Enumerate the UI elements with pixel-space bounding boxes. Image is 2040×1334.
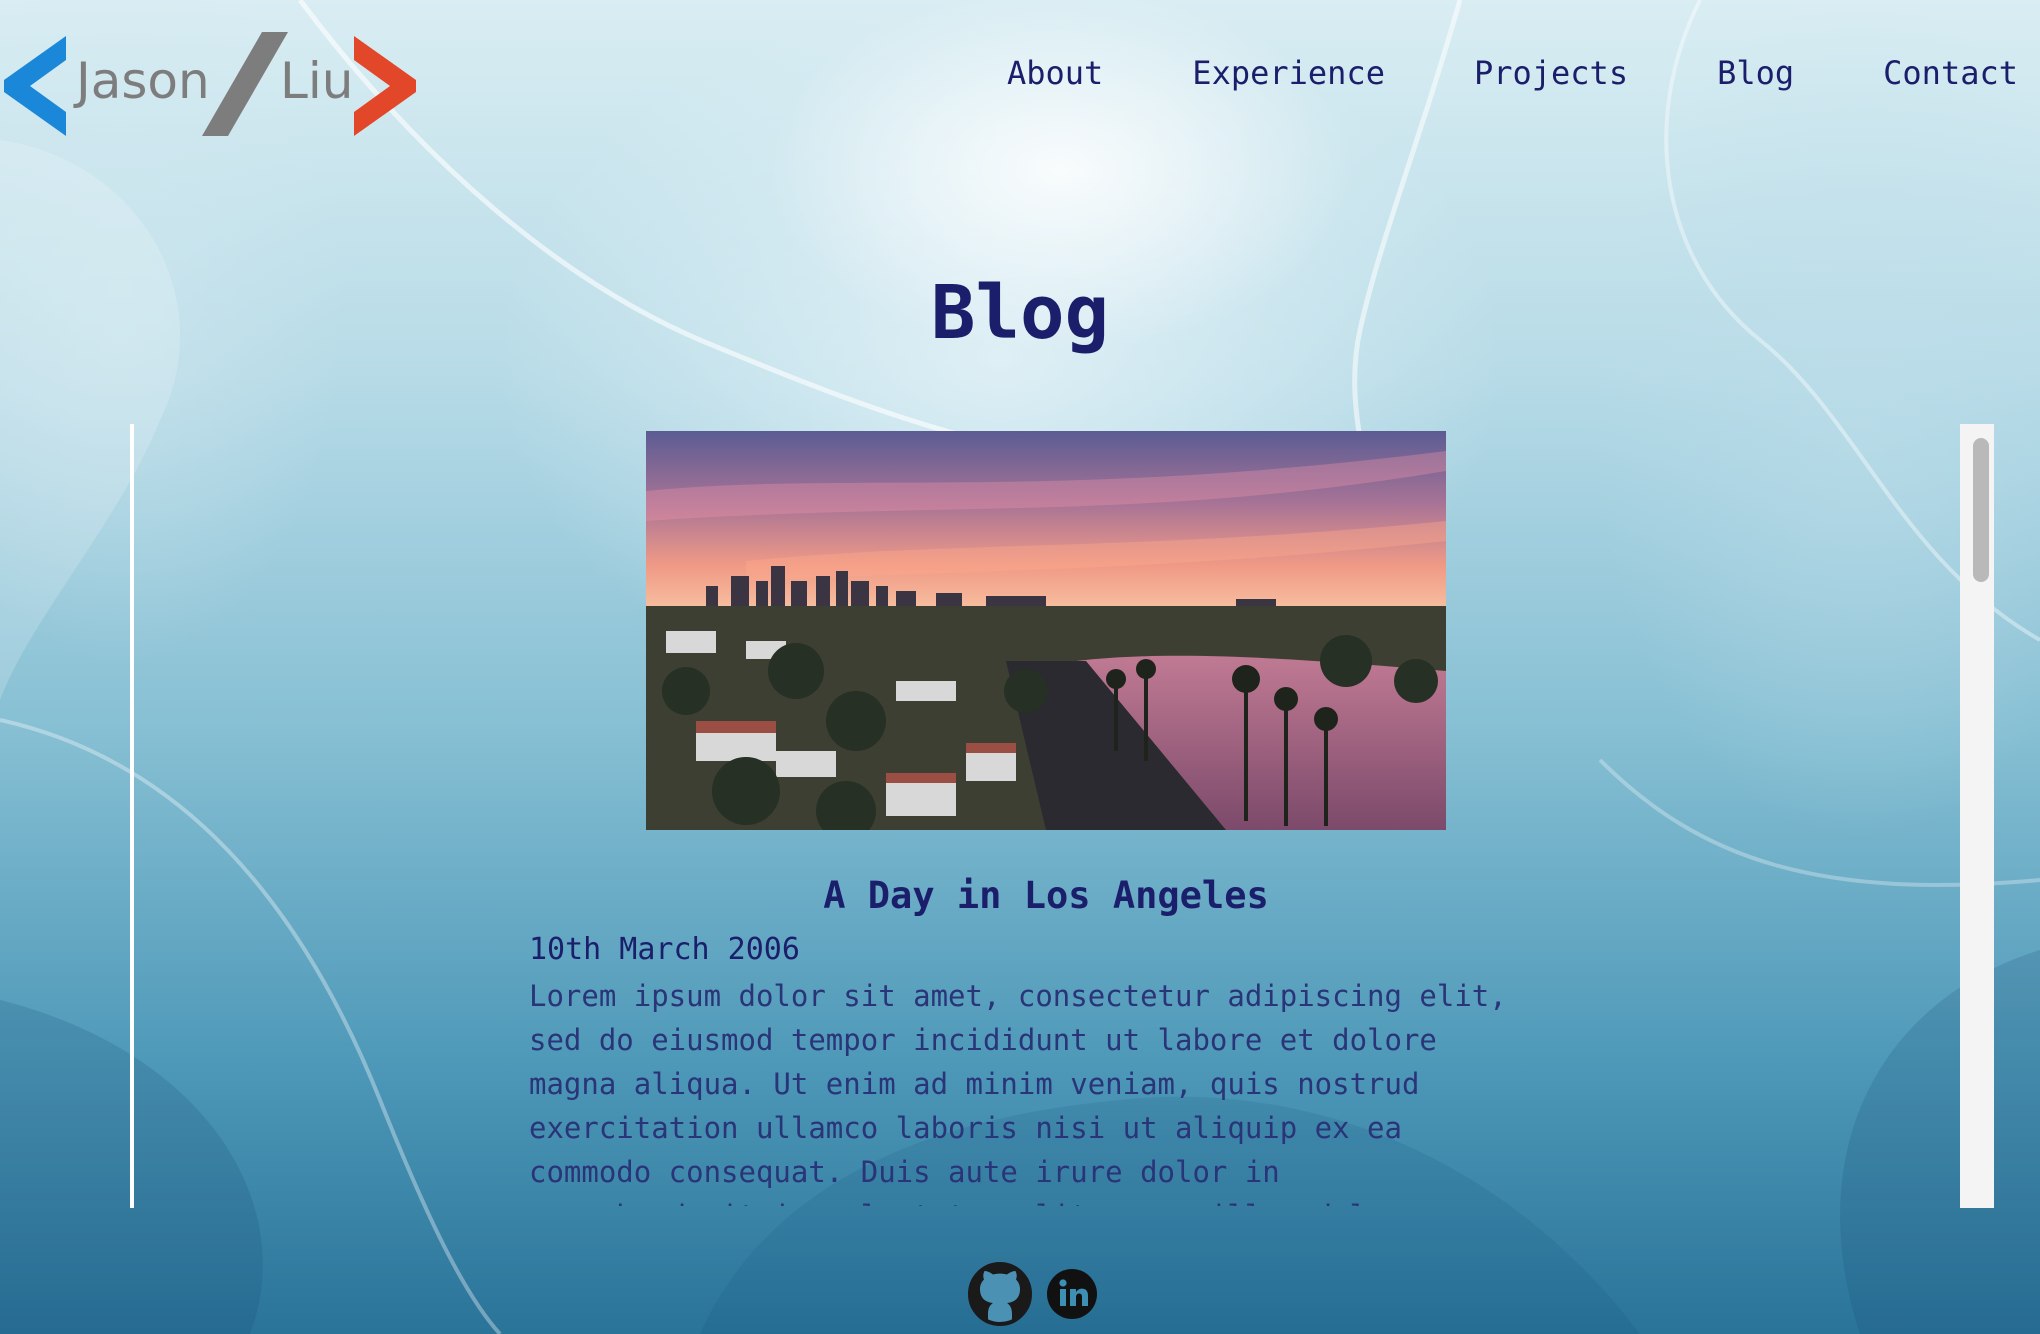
linkedin-icon[interactable] [1046,1268,1098,1324]
page-title: Blog [930,270,1110,356]
main-nav: About Experience Projects Blog Contact [918,54,2018,92]
logo-slash-icon [202,32,288,136]
nav-blog[interactable]: Blog [1717,54,1794,92]
blog-scrollbar[interactable] [1960,424,1994,1208]
site-logo[interactable]: Jason Liu [4,30,424,140]
logo-right-chevron-icon [354,36,416,136]
logo-last-name: Liu [280,52,354,110]
nav-about[interactable]: About [1007,54,1103,92]
post-date: 10th March 2006 [529,932,800,967]
logo-left-chevron-icon [4,36,66,136]
nav-projects[interactable]: Projects [1474,54,1628,92]
github-icon[interactable] [968,1262,1032,1330]
panel-divider [130,424,134,1208]
logo-first-name: Jason [76,52,210,110]
post-title[interactable]: A Day in Los Angeles [646,874,1446,917]
post-body: Lorem ipsum dolor sit amet, consectetur … [529,979,1507,1206]
nav-contact[interactable]: Contact [1883,54,2018,92]
scrollbar-thumb[interactable] [1973,438,1989,582]
social-links [968,1262,1112,1330]
post-image [646,431,1446,830]
nav-experience[interactable]: Experience [1192,54,1385,92]
